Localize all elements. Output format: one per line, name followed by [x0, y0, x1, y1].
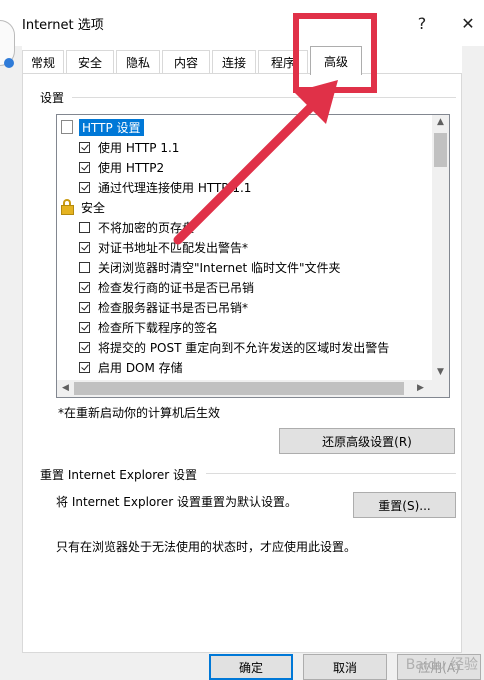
watermark-logo: Baidu 经验	[405, 657, 478, 673]
annotation-arrow-icon	[173, 80, 338, 245]
annotation-highlight-box	[293, 13, 377, 93]
